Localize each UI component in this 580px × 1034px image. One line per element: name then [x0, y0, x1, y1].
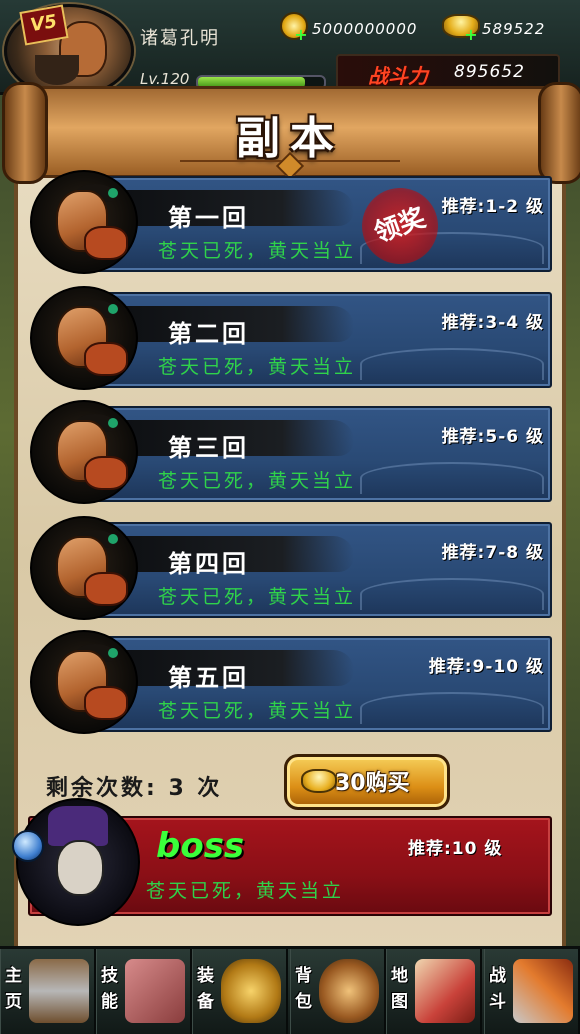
stage-row[interactable]: 第一回 推荐:1-2 级苍天已死，黄天当立 [30, 170, 552, 274]
stage-name: 第五回 [168, 664, 249, 692]
armor-icon [221, 959, 281, 1023]
stage-name: 第一回 [168, 204, 249, 232]
enemy-portrait [30, 286, 138, 390]
stage-recommended-level: 推荐:7-8 级 [441, 543, 544, 563]
stage-recommended-level: 推荐:3-4 级 [441, 313, 544, 333]
combat-power-label: 战斗力 [368, 64, 428, 88]
nav-skills-label: 技能 [101, 966, 118, 1012]
stage-name: 第四回 [168, 550, 249, 578]
portrait-bead [108, 188, 118, 198]
wave-pattern [360, 462, 544, 494]
skill-scroll-icon [125, 959, 185, 1023]
map-icon [415, 959, 475, 1023]
wave-pattern [360, 578, 544, 610]
boss-face [56, 840, 104, 896]
portrait-arm [84, 572, 128, 606]
add-coins-icon[interactable]: + [294, 27, 308, 43]
portrait-arm [84, 456, 128, 490]
gold-amount: 589522 [482, 20, 546, 38]
combat-power-value: 895652 [454, 62, 525, 82]
enemy-portrait [30, 516, 138, 620]
stage-row[interactable]: 第二回 推荐:3-4 级苍天已死，黄天当立 [30, 286, 552, 390]
bag-icon [319, 959, 379, 1023]
stage-description: 苍天已死，黄天当立 [158, 356, 357, 378]
boss-stage[interactable] [12, 798, 552, 926]
boss-recommended-level: 推荐:10 级 [408, 839, 503, 859]
wave-pattern [360, 692, 544, 724]
nav-equipment-label: 装备 [197, 966, 214, 1012]
boss-description: 苍天已死，黄天当立 [146, 880, 345, 902]
enemy-portrait [30, 630, 138, 734]
player-name: 诸葛孔明 [140, 28, 220, 49]
enemy-portrait [30, 170, 138, 274]
buy-attempts-button[interactable]: 30购买 [284, 754, 450, 810]
nav-bag-label: 背包 [295, 966, 312, 1012]
top-status-bar: V5 诸葛孔明 Lv.120 + 5000000000 + 589522 战斗力… [0, 0, 580, 98]
buy-button-label: 30购买 [335, 771, 410, 796]
portrait-bead [108, 648, 118, 658]
stage-row[interactable]: 第五回 推荐:9-10 级苍天已死，黄天当立 [30, 630, 552, 734]
stage-recommended-level: 推荐:5-6 级 [441, 427, 544, 447]
stage-name: 第三回 [168, 434, 249, 462]
stage-row[interactable]: 第四回 推荐:7-8 级苍天已死，黄天当立 [30, 516, 552, 620]
portrait-arm [84, 686, 128, 720]
stage-description: 苍天已死，黄天当立 [158, 586, 357, 608]
stage-description: 苍天已死，黄天当立 [158, 700, 357, 722]
portrait-arm [84, 342, 128, 376]
bottom-navigation: 主页 技能 装备 背包 地图 战斗 [0, 946, 580, 1034]
coin-amount: 5000000000 [312, 20, 418, 38]
portrait-bead [108, 534, 118, 544]
avatar-beard [35, 55, 79, 85]
nav-skills[interactable]: 技能 [96, 949, 192, 1034]
boss-portrait [16, 798, 140, 926]
add-gold-icon[interactable]: + [464, 27, 478, 43]
boss-name: boss [156, 826, 245, 866]
crystal-orb-icon [12, 830, 44, 862]
nav-map[interactable]: 地图 [386, 949, 482, 1034]
stage-name: 第二回 [168, 320, 249, 348]
stage-description: 苍天已死，黄天当立 [158, 470, 357, 492]
stage-recommended-level: 推荐:9-10 级 [428, 657, 544, 677]
nav-home-label: 主页 [5, 966, 22, 1012]
crossed-swords-icon [513, 959, 573, 1023]
portrait-arm [84, 226, 128, 260]
nav-battle-label: 战斗 [489, 966, 506, 1012]
portrait-bead [108, 304, 118, 314]
nav-battle[interactable]: 战斗 [484, 949, 580, 1034]
home-icon [29, 959, 89, 1023]
stage-recommended-level: 推荐:1-2 级 [441, 197, 544, 217]
portrait-bead [108, 418, 118, 428]
nav-bag[interactable]: 背包 [290, 949, 386, 1034]
nav-equipment[interactable]: 装备 [192, 949, 288, 1034]
gold-ingot-icon [301, 769, 337, 793]
enemy-portrait [30, 400, 138, 504]
wave-pattern [360, 348, 544, 380]
stage-description: 苍天已死，黄天当立 [158, 240, 357, 262]
nav-map-label: 地图 [391, 966, 408, 1012]
nav-home[interactable]: 主页 [0, 949, 96, 1034]
stage-row[interactable]: 第三回 推荐:5-6 级苍天已死，黄天当立 [30, 400, 552, 504]
